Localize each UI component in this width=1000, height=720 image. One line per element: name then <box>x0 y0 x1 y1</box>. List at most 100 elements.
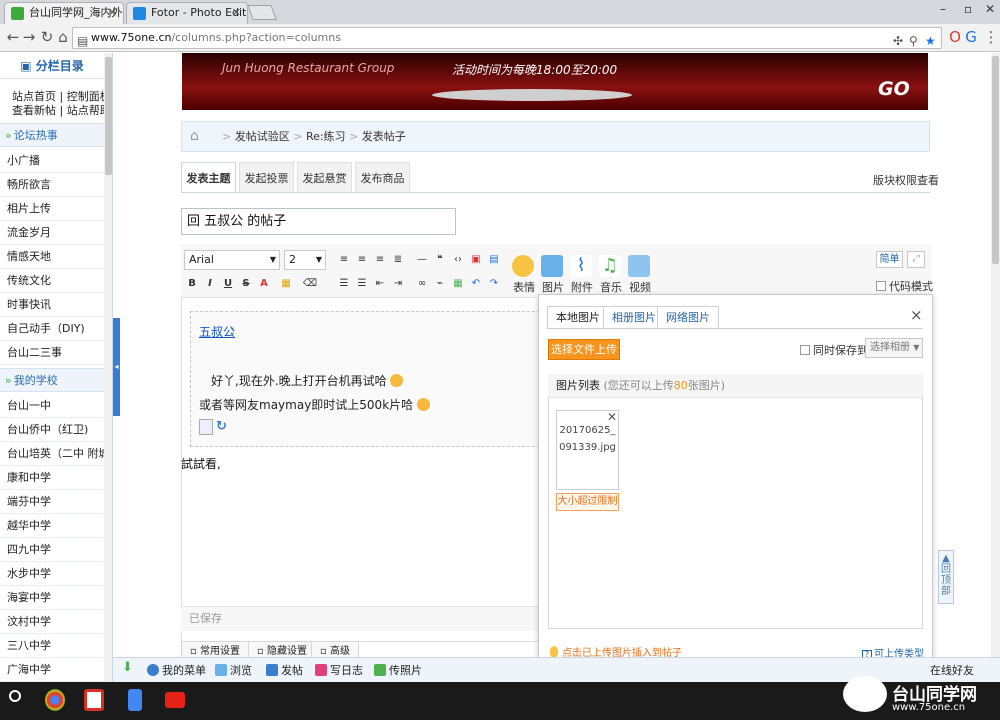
sidebar-collapse-handle[interactable]: ◂ <box>113 318 120 416</box>
free-tag-icon[interactable]: ▣ <box>468 252 484 268</box>
save-to-album-toggle[interactable]: 同时保存到 <box>800 342 868 358</box>
sidebar-item[interactable]: 台山侨中（红卫) <box>0 418 104 442</box>
zoom-icon[interactable]: ⚲ <box>909 31 918 51</box>
tab-new-poll[interactable]: 发起投票 <box>239 162 294 193</box>
sidebar-item[interactable]: 传统文化 <box>0 269 104 293</box>
music-icon[interactable]: ♫ <box>599 255 621 277</box>
tab-local-image[interactable]: 本地图片 <box>547 306 609 329</box>
underline-icon[interactable]: U <box>220 276 236 292</box>
home-icon[interactable]: ⌂ <box>190 122 199 151</box>
forum-permission-link[interactable]: 版块权限查看 <box>873 172 939 188</box>
close-icon[interactable]: × <box>910 306 923 324</box>
sidebar-item[interactable]: 台山二三事 <box>0 341 104 365</box>
code-mode-toggle[interactable]: 代码模式 <box>876 278 933 294</box>
checkbox[interactable] <box>800 345 810 355</box>
image-icon[interactable] <box>541 255 563 277</box>
post-button[interactable]: 发帖 <box>266 662 303 678</box>
puzzle-icon[interactable]: ✣ <box>893 31 903 51</box>
sidebar-item[interactable]: 台山一中 <box>0 394 104 418</box>
tab-web-image[interactable]: 网络图片 <box>657 306 719 329</box>
code-icon[interactable]: ‹› <box>450 252 466 268</box>
link-icon[interactable]: ∞ <box>414 276 430 292</box>
page-info-icon[interactable]: ▤ <box>77 31 88 51</box>
tab-album-image[interactable]: 相册图片 <box>603 306 665 329</box>
forward-icon[interactable]: → <box>20 28 38 46</box>
write-log-button[interactable]: 写日志 <box>315 662 363 678</box>
my-menu-button[interactable]: 我的菜单 <box>147 662 206 678</box>
sidebar-item[interactable]: 情感天地 <box>0 245 104 269</box>
sidebar-item[interactable]: 康和中学 <box>0 466 104 490</box>
align-center-icon[interactable]: ≡ <box>354 252 370 268</box>
sidebar-item[interactable]: 时事快讯 <box>0 293 104 317</box>
back-arrow-icon[interactable]: ↻ <box>216 419 227 434</box>
bookmark-star-icon[interactable]: ★ <box>925 31 936 51</box>
browse-button[interactable]: 浏览 <box>215 662 252 678</box>
sidebar-item[interactable]: 台山培英（二中 附城) <box>0 442 112 466</box>
section-my-school[interactable]: » 我的学校 <box>0 368 104 392</box>
undo-icon[interactable]: ↶ <box>468 276 484 292</box>
sidebar-item[interactable]: 相片上传 <box>0 197 104 221</box>
sidebar-item[interactable]: 自己动手（DIY) <box>0 317 104 341</box>
sidebar-item[interactable]: 越华中学 <box>0 514 104 538</box>
attachment-icon[interactable]: ⌇ <box>570 255 592 277</box>
outdent-icon[interactable]: ⇤ <box>372 276 388 292</box>
horizontal-rule-icon[interactable]: — <box>414 252 430 268</box>
sidebar-item[interactable]: 流金岁月 <box>0 221 104 245</box>
emoticon-label[interactable]: 表情 <box>513 279 535 295</box>
ordered-list-icon[interactable]: ☰ <box>336 276 352 292</box>
browser-tab-active[interactable]: 台山同学网_海内外台山人 ✕ <box>4 2 124 24</box>
emoticon-icon[interactable] <box>512 255 534 277</box>
section-forum-hot[interactable]: » 论坛热事 <box>0 123 104 147</box>
sidebar-item[interactable]: 水步中学 <box>0 562 104 586</box>
sidebar-scroll-thumb[interactable] <box>105 57 112 175</box>
redo-icon[interactable]: ↷ <box>486 276 502 292</box>
bold-icon[interactable]: B <box>184 276 200 292</box>
new-tab-button[interactable] <box>247 5 277 20</box>
strikethrough-icon[interactable]: S <box>238 276 254 292</box>
video-label[interactable]: 视频 <box>629 279 651 295</box>
chrome-icon[interactable] <box>45 689 65 711</box>
tab-close-icon[interactable]: ✕ <box>232 3 241 23</box>
maximize-icon[interactable]: ▫ <box>964 2 972 16</box>
sidebar-item[interactable]: 汶村中学 <box>0 610 104 634</box>
page-icon[interactable]: ▤ <box>486 252 502 268</box>
album-select[interactable]: 选择相册 ▼ <box>865 338 923 358</box>
home-icon[interactable]: ⌂ <box>54 28 72 46</box>
indent-icon[interactable]: ⇥ <box>390 276 406 292</box>
sidebar-item[interactable]: 三八中学 <box>0 634 104 658</box>
close-window-icon[interactable]: ✕ <box>985 2 995 16</box>
sidebar-item[interactable]: 小广播 <box>0 149 104 173</box>
quote-author-link[interactable]: 五叔公 <box>199 323 235 340</box>
browser-tab-fotor[interactable]: Fotor - Photo Editing & C ✕ <box>126 2 248 24</box>
youtube-icon[interactable] <box>165 692 185 708</box>
download-icon[interactable]: ⬇ <box>122 660 136 678</box>
back-to-top-button[interactable]: ▲ 回顶部 <box>938 550 954 604</box>
page-scroll-thumb[interactable] <box>992 56 999 264</box>
music-label[interactable]: 音乐 <box>600 279 622 295</box>
quote-icon[interactable]: ❝ <box>432 252 448 268</box>
tab-new-trade[interactable]: 发布商品 <box>355 162 410 193</box>
fullscreen-icon[interactable]: ⤢ <box>907 251 925 268</box>
unlink-icon[interactable]: ⌁ <box>432 276 448 292</box>
justify-icon[interactable]: ≣ <box>390 252 406 268</box>
background-color-icon[interactable]: ▦ <box>278 276 294 292</box>
simple-mode-button[interactable]: 简单 <box>876 251 903 268</box>
choose-file-button[interactable]: 选择文件上传 <box>548 339 620 360</box>
unordered-list-icon[interactable]: ☰ <box>354 276 370 292</box>
checkbox[interactable] <box>876 281 886 291</box>
image-label[interactable]: 图片 <box>542 279 564 295</box>
translate-icon[interactable]: G <box>962 28 980 46</box>
eraser-icon[interactable]: ⌫ <box>302 276 318 292</box>
post-title-input[interactable]: 回 五叔公 的帖子 <box>181 208 456 235</box>
breadcrumb-item[interactable]: 发帖试验区 <box>235 130 290 143</box>
tab-new-reward[interactable]: 发起悬赏 <box>297 162 352 193</box>
docs-icon[interactable] <box>128 689 142 711</box>
menu-icon[interactable]: ⋮ <box>982 28 1000 46</box>
remove-file-icon[interactable]: ✕ <box>607 410 617 424</box>
sidebar-item[interactable]: 畅所欲言 <box>0 173 104 197</box>
sidebar-item[interactable]: 海宴中学 <box>0 586 104 610</box>
align-left-icon[interactable]: ≡ <box>336 252 352 268</box>
breadcrumb-item[interactable]: Re:练习 <box>306 130 346 143</box>
sidebar-item[interactable]: 端芬中学 <box>0 490 104 514</box>
sidebar-item[interactable]: 四九中学 <box>0 538 104 562</box>
